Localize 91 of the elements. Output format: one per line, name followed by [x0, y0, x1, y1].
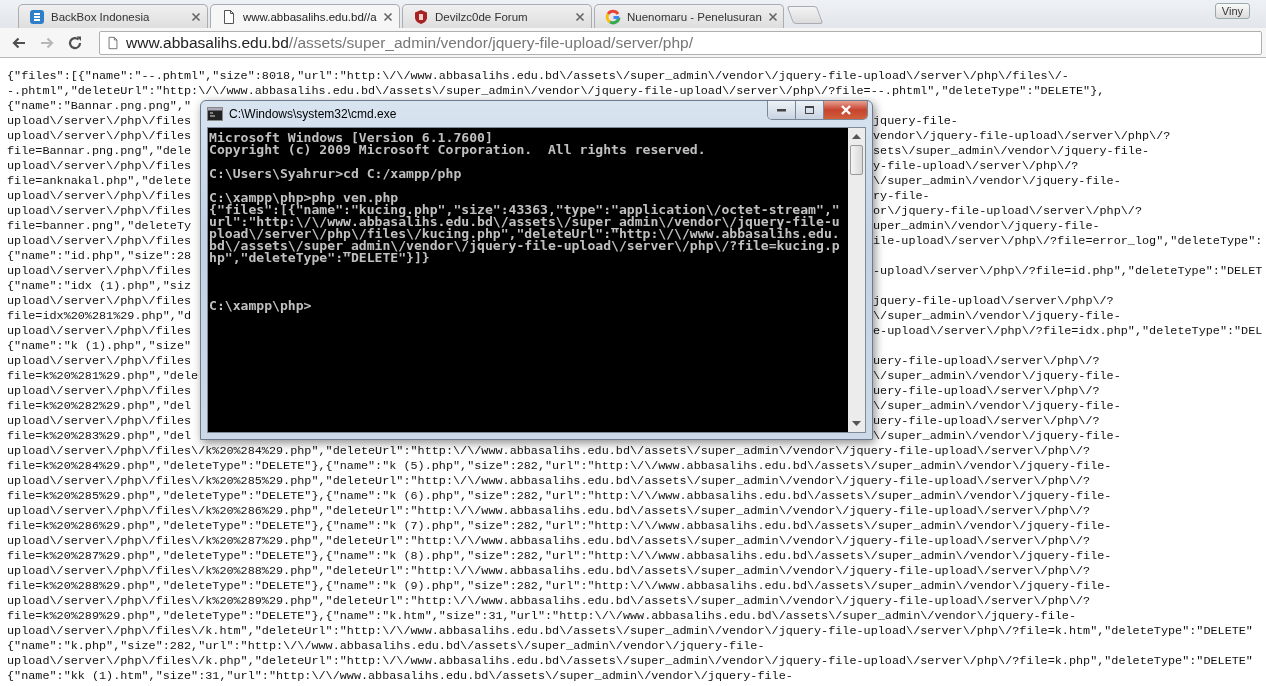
json-text-line: upload\/server\/php\/files\/k%20%289%29.php","deleteUrl":"http:\/\/www.abbasalihs.edu.bd\/assets\/super_admin\/vendor\/jquery-file-upload\/server\/php\/? [7, 594, 1092, 609]
page-icon [221, 8, 237, 25]
json-text-line: ry-file- [873, 189, 930, 204]
close-icon[interactable] [383, 11, 393, 22]
json-text-line: file=k%20%283%29.php","del [7, 429, 192, 444]
json-text-line: file=k%20%288%29.php","deleteType":"DELETE"},{"name":"k (9).php","size":282,"url":"http:\/\/www.abbasalihs.edu.bd\/assets\/super_admin\/vendor\/jquery-file- [7, 579, 1113, 594]
json-text-line: {"files":[{"name":"--.phtml","size":8018,"url":"http:\/\/www.abbasalihs.edu.bd\/assets\/super_admin\/vendor\/jquery-file-upload\/server\/php\/files\/- [7, 69, 1070, 84]
close-icon [839, 105, 852, 115]
json-text-line: file=banner.png","deleteTy [7, 219, 192, 234]
json-text-line: upload\/server\/php\/files [7, 204, 192, 219]
ring-logo-icon [605, 8, 621, 25]
browser-tab[interactable]: BackBox Indonesia [18, 4, 208, 28]
json-text-line: \/super_admin\/vendor\/jquery-file- [873, 174, 1121, 189]
json-text-line: e-upload\/server\/php\/?file=idx.php","deleteType":"DEL [873, 324, 1263, 339]
json-text-line: {"name":"kk (1).htm","size":31,"url":"http:\/\/www.abbasalihs.edu.bd\/assets\/super_admin\/vendor\/jquery-file- [7, 669, 794, 684]
json-text-line: upload\/server\/php\/files [7, 324, 192, 339]
json-text-line: upload\/server\/php\/files [7, 414, 192, 429]
json-text-line: upload\/server\/php\/files [7, 264, 192, 279]
json-text-line: {"name":"k (1).php","size" [7, 339, 192, 354]
scrollbar[interactable] [848, 128, 865, 432]
json-text-line: upload\/server\/php\/files [7, 129, 192, 144]
json-text-line: jquery-file- [873, 114, 958, 129]
console-icon [207, 107, 223, 121]
json-text-line: \/super_admin\/vendor\/jquery-file- [873, 429, 1121, 444]
minimize-icon [777, 108, 786, 112]
json-text-line: -upload\/server\/php\/?file=id.php","deleteType":"DELET [873, 264, 1263, 279]
json-text-line: {"name":"Bannar.png.png"," [7, 99, 192, 114]
console-output: Microsoft Windows [Version 6.1.7600] Copyright (c) 2009 Microsoft Corporation. All rights reserved. C:\Users\Syahrur>cd C:/xampp/php C:\xampp\php>php ven.php {"files":[{"name":"kucing.php","size":43363,"type":"application\/octet-stream"," url":"http:\/\/www.abbasalihs.edu.bd\/assets\/super_admin\/vendor\/jquery-file-u pload\/server\/php\/files\/kucing.php","deleteUrl":"http:\/\/www.abbasalihs.edu. bd\/assets\/super_admin\/vendor\/jquery-file-upload\/server\/php\/?file=kucing.p hp","deleteType":"DELETE"}]} C:\xampp\php> [209, 132, 841, 312]
json-text-line: \/super_admin\/vendor\/jquery-file- [873, 369, 1121, 384]
json-text-line: file=k%20%286%29.php","deleteType":"DELETE"},{"name":"k (7).php","size":282,"url":"http:\/\/www.abbasalihs.edu.bd\/assets\/super_admin\/vendor\/jquery-file- [7, 519, 1113, 534]
address-field[interactable]: www.abbasalihs.edu.bd//assets/super_admin/vendor/jquery-file-upload/server/php/ [99, 30, 1262, 55]
browser-tab[interactable]: Devilzc0de Forum [402, 4, 592, 28]
json-text-line: file=k%20%289%29.php","deleteType":"DELETE"},{"name":"k.htm","size":31,"url":"http:\/\/www.abbasalihs.edu.bd\/assets\/super_admin\/vendor\/jquery-file- [7, 609, 1077, 624]
json-text-line: uery-file-upload\/server\/php\/? [873, 354, 1100, 369]
json-text-line: upload\/server\/php\/files [7, 384, 192, 399]
json-text-line: uery-file-upload\/server\/php\/? [873, 384, 1100, 399]
scroll-up-icon[interactable] [852, 134, 861, 139]
window-title: C:\Windows\system32\cmd.exe [229, 107, 398, 121]
json-text-line: file=k%20%282%29.php","del [7, 399, 192, 414]
json-text-line: upload\/server\/php\/files\/k%20%287%29.php","deleteUrl":"http:\/\/www.abbasalihs.edu.bd\/assets\/super_admin\/vendor\/jquery-file-upload\/server\/php\/? [7, 534, 1092, 549]
page-icon [106, 34, 120, 51]
profile-button[interactable]: Viny [1214, 3, 1250, 19]
json-text-line: upload\/server\/php\/files\/k.htm","deleteUrl":"http:\/\/www.abbasalihs.edu.bd\/assets\/super_admin\/vendor\/jquery-file-upload\/server\/php\/?file=k.htm","deleteType":"DELETE" [7, 624, 1254, 639]
json-text-line: uery-file-upload\/server\/php\/? [873, 414, 1100, 429]
json-text-line: \/super_admin\/vendor\/jquery-file- [873, 399, 1121, 414]
json-text-line: upload\/server\/php\/files\/k.php","deleteUrl":"http:\/\/www.abbasalihs.edu.bd\/assets\/super_admin\/vendor\/jquery-file-upload\/server\/php\/?file=k.php","deleteType":"DELETE" [7, 654, 1254, 669]
scroll-down-icon[interactable] [852, 421, 861, 426]
json-text-line: {"name":"k.php","size":282,"url":"http:\/\/www.abbasalihs.edu.bd\/assets\/super_admin\/vendor\/jquery-file- [7, 639, 766, 654]
close-icon[interactable] [767, 11, 778, 22]
browser-tab[interactable]: Nuenomaru - Penelusuran [594, 4, 784, 28]
close-icon[interactable] [575, 11, 585, 22]
maximize-icon [805, 106, 814, 114]
json-text-line: ile-upload\/server\/php\/?file=error_log","deleteType": [873, 234, 1263, 249]
json-text-line: upload\/server\/php\/files [7, 234, 192, 249]
close-button[interactable] [824, 101, 867, 119]
json-text-line: uper_admin\/vendor\/jquery-file- [873, 219, 1100, 234]
json-text-line: upload\/server\/php\/files [7, 354, 192, 369]
json-text-line: vendor\/jquery-file-upload\/server\/php\/? [873, 129, 1171, 144]
browser-tab[interactable]: www.abbasalihs.edu.bd//a [210, 4, 400, 28]
json-text-line: jquery-file-upload\/server\/php\/? [873, 294, 1114, 309]
json-text-line: upload\/server\/php\/files\/k%20%288%29.php","deleteUrl":"http:\/\/www.abbasalihs.edu.bd\/assets\/super_admin\/vendor\/jquery-file-upload\/server\/php\/? [7, 564, 1092, 579]
scrollbar-thumb[interactable] [850, 145, 863, 175]
json-text-line: sets\/super_admin\/vendor\/jquery-file- [873, 144, 1150, 159]
json-text-line: file=anknakal.php","delete [7, 174, 192, 189]
json-text-line: upload\/server\/php\/files [7, 294, 192, 309]
json-text-line: file=k%20%281%29.php","dele [7, 369, 199, 384]
json-text-line: upload\/server\/php\/files\/k%20%284%29.php","deleteUrl":"http:\/\/www.abbasalihs.edu.bd\/assets\/super_admin\/vendor\/jquery-file-upload\/server\/php\/? [7, 444, 1092, 459]
json-text-line: upload\/server\/php\/files\/k%20%286%29.php","deleteUrl":"http:\/\/www.abbasalihs.edu.bd\/assets\/super_admin\/vendor\/jquery-file-upload\/server\/php\/? [7, 504, 1092, 519]
json-text-line: file=idx%20%281%29.php","d [7, 309, 192, 324]
json-text-line: -.phtml","deleteUrl":"http:\/\/www.abbasalihs.edu.bd\/assets\/super_admin\/vendor\/jquery-file-upload\/server\/php\/?file=--.phtml","deleteType":"DELETE"}, [7, 84, 1106, 99]
minimize-button[interactable] [768, 101, 796, 119]
reload-icon[interactable] [67, 34, 83, 51]
json-text-line: file=k%20%285%29.php","deleteType":"DELETE"},{"name":"k (6).php","size":282,"url":"http:\/\/www.abbasalihs.edu.bd\/assets\/super_admin\/vendor\/jquery-file- [7, 489, 1113, 504]
url-host: www.abbasalihs.edu.bd [126, 33, 289, 52]
json-text-line: file=k%20%284%29.php","deleteType":"DELETE"},{"name":"k (5).php","size":282,"url":"http:\/\/www.abbasalihs.edu.bd\/assets\/super_admin\/vendor\/jquery-file- [7, 459, 1113, 474]
json-text-line: upload\/server\/php\/files\/k%20%285%29.php","deleteUrl":"http:\/\/www.abbasalihs.edu.bd\/assets\/super_admin\/vendor\/jquery-file-upload\/server\/php\/? [7, 474, 1092, 489]
json-text-line: upload\/server\/php\/files [7, 189, 192, 204]
site-logo-icon [29, 8, 45, 25]
close-icon[interactable] [191, 11, 201, 22]
json-text-line: file=Bannar.png.png","dele [7, 144, 192, 159]
json-text-line: upload\/server\/php\/files [7, 114, 192, 129]
json-text-line: or\/jquery-file-upload\/server\/php\/? [873, 204, 1142, 219]
json-text-line: file=k%20%287%29.php","deleteType":"DELETE"},{"name":"k (8).php","size":282,"url":"http:\/\/www.abbasalihs.edu.bd\/assets\/super_admin\/vendor\/jquery-file- [7, 549, 1113, 564]
json-text-line: {"name":"idx (1).php","siz [7, 279, 192, 294]
json-text-line: y-file-upload\/server\/php\/? [873, 159, 1079, 174]
json-text-line: \/super_admin\/vendor\/jquery-file- [873, 309, 1121, 324]
shield-icon [413, 8, 429, 25]
json-text-line: {"name":"id.php","size":28 [7, 249, 192, 264]
url-path: //assets/super_admin/vendor/jquery-file-upload/server/php/ [288, 33, 693, 52]
maximize-button[interactable] [796, 101, 824, 119]
json-text-line: upload\/server\/php\/files [7, 159, 192, 174]
